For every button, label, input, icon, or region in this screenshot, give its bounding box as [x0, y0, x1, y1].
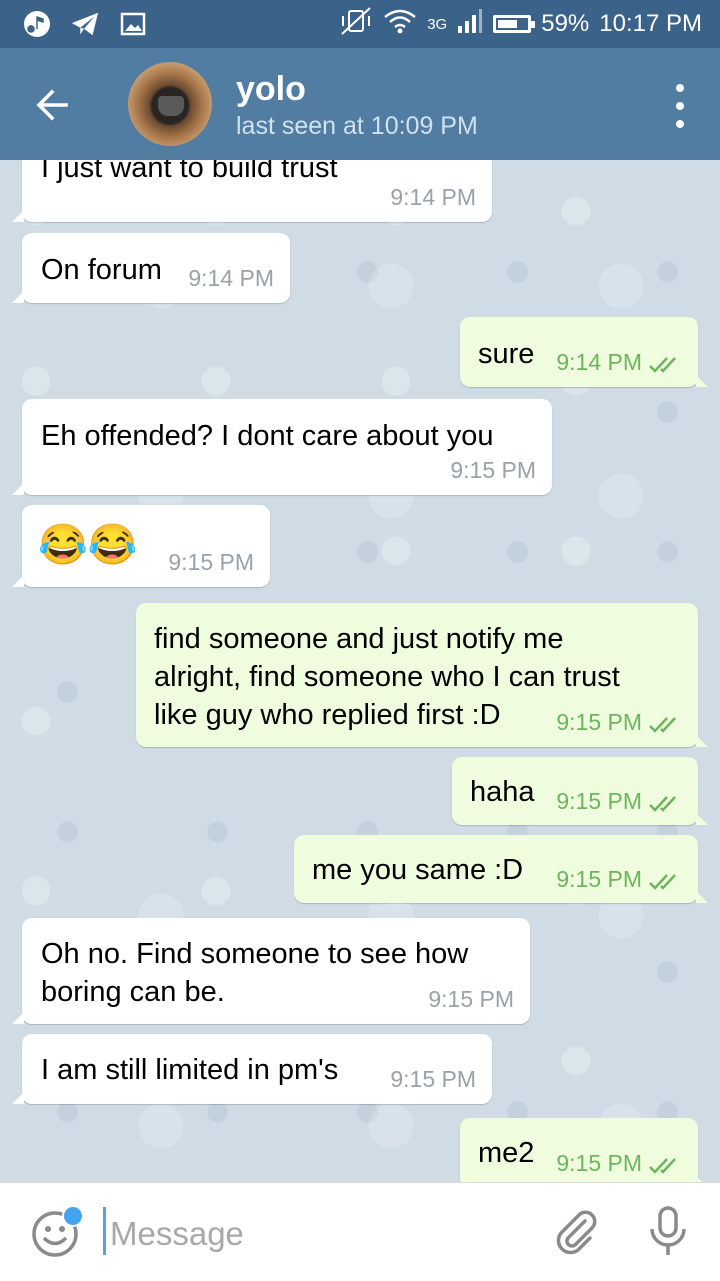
- message-bubble[interactable]: 😂😂 9:15 PM: [12, 505, 270, 587]
- message-time: 9:14 PM: [556, 349, 642, 375]
- last-seen-status: last seen at 10:09 PM: [236, 112, 478, 140]
- message-text: Oh no. Find someone to see how boring ca…: [41, 938, 469, 1008]
- clock: 10:17 PM: [599, 10, 702, 37]
- message-text: I just want to build trust: [41, 160, 338, 184]
- double-check-icon: [649, 357, 676, 373]
- message-time: 9:15 PM: [556, 1150, 642, 1176]
- double-check-icon: [649, 874, 676, 890]
- message-bubble[interactable]: Oh no. Find someone to see how boring ca…: [12, 918, 530, 1024]
- image-icon: [118, 9, 148, 39]
- battery-percent: 59%: [541, 10, 590, 37]
- vibrate-off-icon: [339, 6, 373, 43]
- message-time: 9:14 PM: [390, 184, 476, 210]
- message-text: Eh offended? I dont care about you: [41, 420, 494, 452]
- message-text: I am still limited in pm's: [41, 1054, 339, 1086]
- microphone-icon: [650, 1206, 686, 1255]
- message-time: 9:15 PM: [556, 866, 642, 892]
- battery-icon: [493, 15, 536, 33]
- message-input[interactable]: [108, 1211, 532, 1257]
- message-time: 9:15 PM: [390, 1066, 476, 1092]
- message-text: On forum: [41, 254, 162, 286]
- paperclip-icon: [556, 1210, 597, 1255]
- message-composer: [0, 1182, 720, 1281]
- message-bubble[interactable]: sure 9:14 PM: [460, 317, 708, 387]
- message-bubble[interactable]: I just want to build trust 9:14 PM: [12, 160, 492, 222]
- more-vertical-icon: [676, 84, 684, 92]
- network-type: 3G: [427, 15, 448, 33]
- message-time: 9:15 PM: [168, 549, 254, 575]
- music-note-icon: [22, 9, 52, 39]
- message-text: 😂😂: [38, 523, 138, 567]
- message-text: haha: [470, 776, 535, 808]
- avatar[interactable]: [128, 62, 212, 146]
- double-check-icon: [649, 717, 676, 733]
- message-time: 9:15 PM: [556, 709, 642, 735]
- message-text: me2: [478, 1137, 535, 1169]
- signal-icon: [457, 8, 483, 41]
- message-time: 9:14 PM: [188, 265, 274, 291]
- status-bar: 3G 59% 10:17 PM: [0, 0, 720, 48]
- notification-dot: [62, 1205, 84, 1227]
- wifi-icon: [383, 7, 417, 42]
- message-bubble[interactable]: I am still limited in pm's 9:15 PM: [12, 1034, 492, 1104]
- text-cursor: [103, 1207, 106, 1255]
- message-bubble[interactable]: me you same :D 9:15 PM: [294, 835, 708, 903]
- chat-header: yolo last seen at 10:09 PM: [0, 48, 720, 160]
- message-time: 9:15 PM: [450, 457, 536, 483]
- message-text: sure: [478, 338, 535, 370]
- message-bubble[interactable]: me2 9:15 PM: [460, 1118, 708, 1182]
- double-check-icon: [649, 1158, 676, 1174]
- double-check-icon: [649, 796, 676, 812]
- message-bubble[interactable]: On forum 9:14 PM: [12, 233, 290, 303]
- message-time: 9:15 PM: [556, 788, 642, 814]
- more-menu-button[interactable]: [670, 84, 690, 128]
- message-text: me you same :D: [312, 854, 524, 886]
- telegram-plane-icon: [70, 9, 100, 39]
- message-bubble[interactable]: find someone and just notify me alright,…: [136, 603, 708, 747]
- voice-record-button[interactable]: [646, 1205, 690, 1259]
- arrow-left-icon: [36, 89, 68, 121]
- message-text: find someone and just notify me alright,…: [154, 623, 620, 731]
- message-time: 9:15 PM: [428, 986, 514, 1012]
- chat-title[interactable]: yolo: [236, 70, 306, 109]
- message-list[interactable]: I just want to build trust 9:14 PM On fo…: [0, 160, 720, 1182]
- attach-button[interactable]: [552, 1207, 602, 1257]
- message-bubble[interactable]: Eh offended? I dont care about you 9:15 …: [12, 399, 552, 495]
- back-button[interactable]: [30, 82, 80, 128]
- message-bubble[interactable]: haha 9:15 PM: [452, 757, 708, 825]
